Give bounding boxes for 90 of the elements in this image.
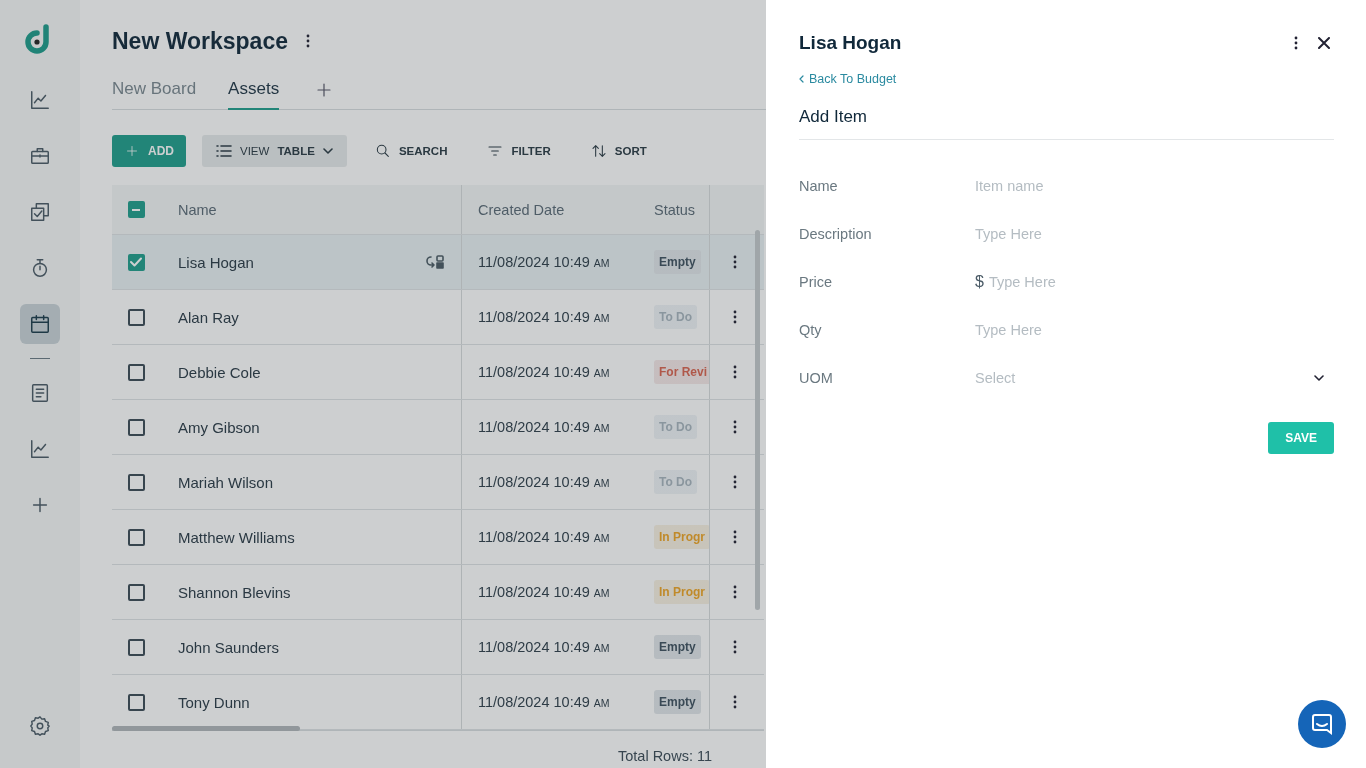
panel-title: Lisa Hogan (799, 32, 902, 54)
column-header: Name (160, 185, 462, 234)
kebab-icon (306, 34, 310, 48)
status-tag: In Progr (654, 525, 709, 549)
field-label: Description (799, 226, 873, 242)
name-cell: Matthew Williams (178, 528, 295, 546)
name-cell: Shannon Blevins (178, 583, 291, 601)
status-tag: Empty (654, 250, 701, 274)
checklist-icon (29, 201, 51, 223)
kebab-icon (733, 475, 737, 489)
sidebar-item[interactable] (20, 304, 60, 344)
currency-symbol: $ (975, 273, 984, 291)
date-cell: 11/08/2024 10:49 AM (478, 254, 610, 270)
search-button[interactable]: SEARCH (362, 135, 460, 167)
date-cell: 11/08/2024 10:49 AM (478, 364, 610, 380)
row-checkbox[interactable] (127, 253, 145, 271)
search-icon (374, 143, 391, 159)
column-header: Status (640, 185, 710, 234)
sort-button[interactable]: SORT (578, 135, 659, 167)
name-cell: Amy Gibson (178, 418, 260, 436)
name-cell: Mariah Wilson (178, 473, 274, 491)
select-all-checkbox[interactable] (127, 201, 145, 218)
filter-icon (487, 143, 504, 159)
row-checkbox[interactable] (127, 418, 145, 436)
kebab-icon (733, 420, 737, 434)
kebab-icon (733, 530, 737, 544)
kebab-icon (733, 640, 737, 654)
checkmark-icon (130, 257, 142, 267)
field-label: Price (799, 274, 834, 290)
row-checkbox[interactable] (127, 583, 145, 601)
name-cell: Alan Ray (178, 308, 239, 326)
field-label: Name (799, 178, 839, 194)
line-chart-icon (29, 438, 51, 460)
tab[interactable]: Assets (228, 69, 280, 110)
status-tag: For Revi (654, 360, 709, 384)
column-header: Created Date (477, 200, 566, 220)
filter-button[interactable]: FILTER (475, 135, 563, 167)
chat-icon (1310, 712, 1334, 736)
vertical-scrollbar[interactable] (755, 230, 760, 610)
date-cell: 11/08/2024 10:49 AM (478, 309, 610, 325)
kebab-icon (733, 365, 737, 379)
total-rows: Total Rows: 11 (617, 748, 712, 764)
row-checkbox[interactable] (127, 363, 145, 381)
date-cell: 11/08/2024 10:49 AM (478, 474, 610, 490)
view-dropdown[interactable]: VIEW TABLE (202, 135, 347, 167)
text-field[interactable]: Type Here (975, 313, 1334, 347)
row-checkbox[interactable] (127, 528, 145, 546)
status-tag: Empty (654, 635, 701, 659)
list-icon (216, 144, 232, 158)
row-checkbox[interactable] (127, 638, 145, 656)
date-cell: 11/08/2024 10:49 AM (478, 529, 610, 545)
name-cell: Lisa Hogan (178, 253, 254, 271)
horizontal-scrollbar[interactable] (112, 726, 300, 731)
field-label: UOM (799, 370, 834, 386)
status-tag: Empty (654, 690, 701, 714)
date-cell: 11/08/2024 10:49 AM (478, 639, 610, 655)
name-cell: Tony Dunn (178, 693, 250, 711)
chevron-down-icon (1314, 375, 1324, 381)
row-checkbox[interactable] (127, 308, 145, 326)
date-cell: 11/08/2024 10:49 AM (478, 419, 610, 435)
row-checkbox[interactable] (127, 693, 145, 711)
calendar-icon (29, 313, 51, 335)
name-cell: Debbie Cole (178, 363, 261, 381)
subitems-icon (425, 254, 445, 270)
kebab-icon (733, 255, 737, 269)
field-label: Qty (799, 322, 823, 338)
text-field[interactable]: Item name (975, 169, 1334, 203)
text-field[interactable]: Type Here (975, 217, 1334, 251)
kebab-icon (733, 310, 737, 324)
status-tag: In Progr (654, 580, 709, 604)
document-icon (29, 382, 51, 404)
form-heading: Add Item (799, 107, 1334, 140)
chevron-down-icon (322, 148, 333, 154)
price-field[interactable]: Type Here (988, 265, 1334, 299)
kebab-icon (1294, 36, 1298, 50)
kebab-icon (733, 695, 737, 709)
row-checkbox[interactable] (127, 473, 145, 491)
workspace-title: New Workspace (112, 27, 288, 55)
back-link[interactable]: Back To Budget (799, 72, 897, 86)
sort-icon (590, 143, 607, 159)
settings-icon (29, 715, 51, 737)
plus-icon (126, 145, 138, 157)
briefcase-icon (29, 145, 51, 167)
line-chart-icon (29, 89, 51, 111)
name-cell: John Saunders (178, 638, 279, 656)
date-cell: 11/08/2024 10:49 AM (478, 584, 610, 600)
chevron-left-icon (799, 75, 804, 83)
date-cell: 11/08/2024 10:49 AM (478, 694, 610, 710)
close-icon (1318, 37, 1330, 49)
kebab-icon (733, 585, 737, 599)
